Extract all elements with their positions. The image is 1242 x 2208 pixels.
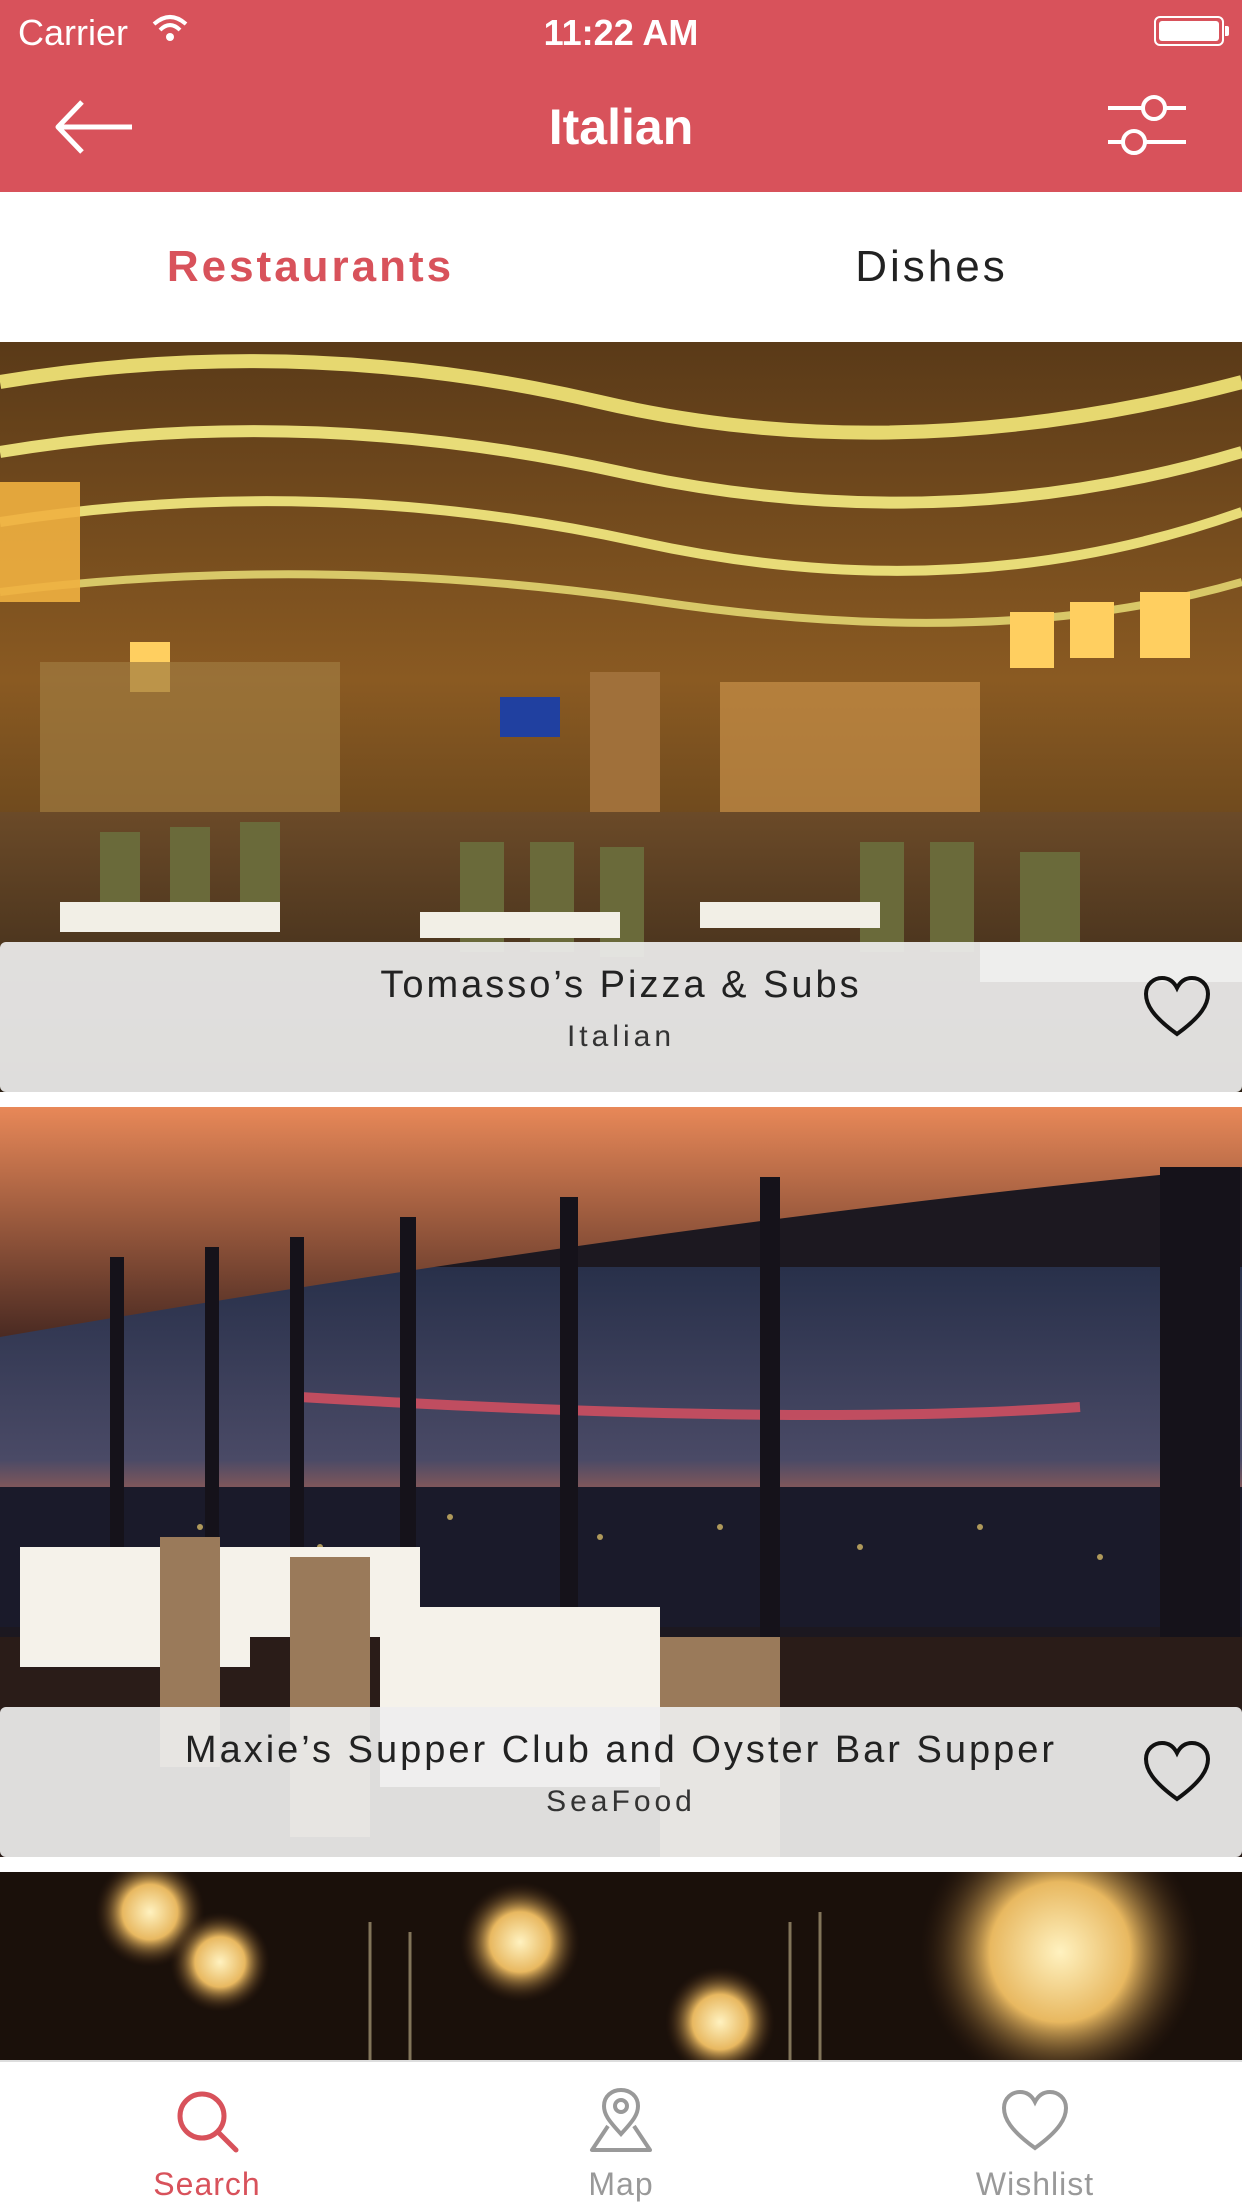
- heart-icon: [1001, 2089, 1069, 2151]
- clock: 11:22 AM: [543, 12, 699, 53]
- tab-label: Map: [588, 2166, 654, 2202]
- page-title: Italian: [548, 99, 694, 155]
- map-pin-icon: [590, 2087, 652, 2152]
- navigation-bar: Italian: [0, 62, 1242, 192]
- tab-dishes[interactable]: Dishes: [621, 192, 1242, 342]
- tab-label: Wishlist: [975, 2166, 1095, 2202]
- tab-wishlist[interactable]: Wishlist: [828, 2062, 1242, 2208]
- restaurant-category: Italian: [566, 1020, 676, 1053]
- restaurant-info-panel: Maxie’s Supper Club and Oyster Bar Suppe…: [0, 1707, 1242, 1857]
- tab-restaurants[interactable]: Restaurants: [0, 192, 621, 342]
- heart-outline-icon[interactable]: [1142, 974, 1212, 1040]
- status-bar: Carrier 11:22 AM: [0, 0, 1242, 62]
- search-icon: [177, 2091, 239, 2153]
- restaurant-name: Maxie’s Supper Club and Oyster Bar Suppe…: [184, 1729, 1058, 1771]
- heart-outline-icon[interactable]: [1142, 1739, 1212, 1805]
- restaurant-card[interactable]: Tomasso’s Pizza & Subs Italian: [0, 342, 1242, 1092]
- restaurant-name: Tomasso’s Pizza & Subs: [380, 964, 862, 1006]
- restaurant-info-panel: Tomasso’s Pizza & Subs Italian: [0, 942, 1242, 1092]
- restaurant-category: SeaFood: [546, 1785, 696, 1818]
- restaurant-card[interactable]: [0, 1872, 1242, 2062]
- tab-label: Search: [153, 2166, 261, 2202]
- pendant-lights-photo: [0, 1872, 1242, 2062]
- tab-search[interactable]: Search: [0, 2062, 414, 2208]
- tab-bar: Search Map Wishlist: [0, 2060, 1242, 2208]
- header: Carrier 11:22 AM Italian: [0, 0, 1242, 192]
- battery-icon: [1154, 16, 1229, 46]
- restaurant-card[interactable]: Maxie’s Supper Club and Oyster Bar Suppe…: [0, 1107, 1242, 1857]
- segment-tabs: Restaurants Dishes: [0, 192, 1242, 342]
- tab-map[interactable]: Map: [414, 2062, 828, 2208]
- filter-sliders-icon[interactable]: [1106, 88, 1186, 164]
